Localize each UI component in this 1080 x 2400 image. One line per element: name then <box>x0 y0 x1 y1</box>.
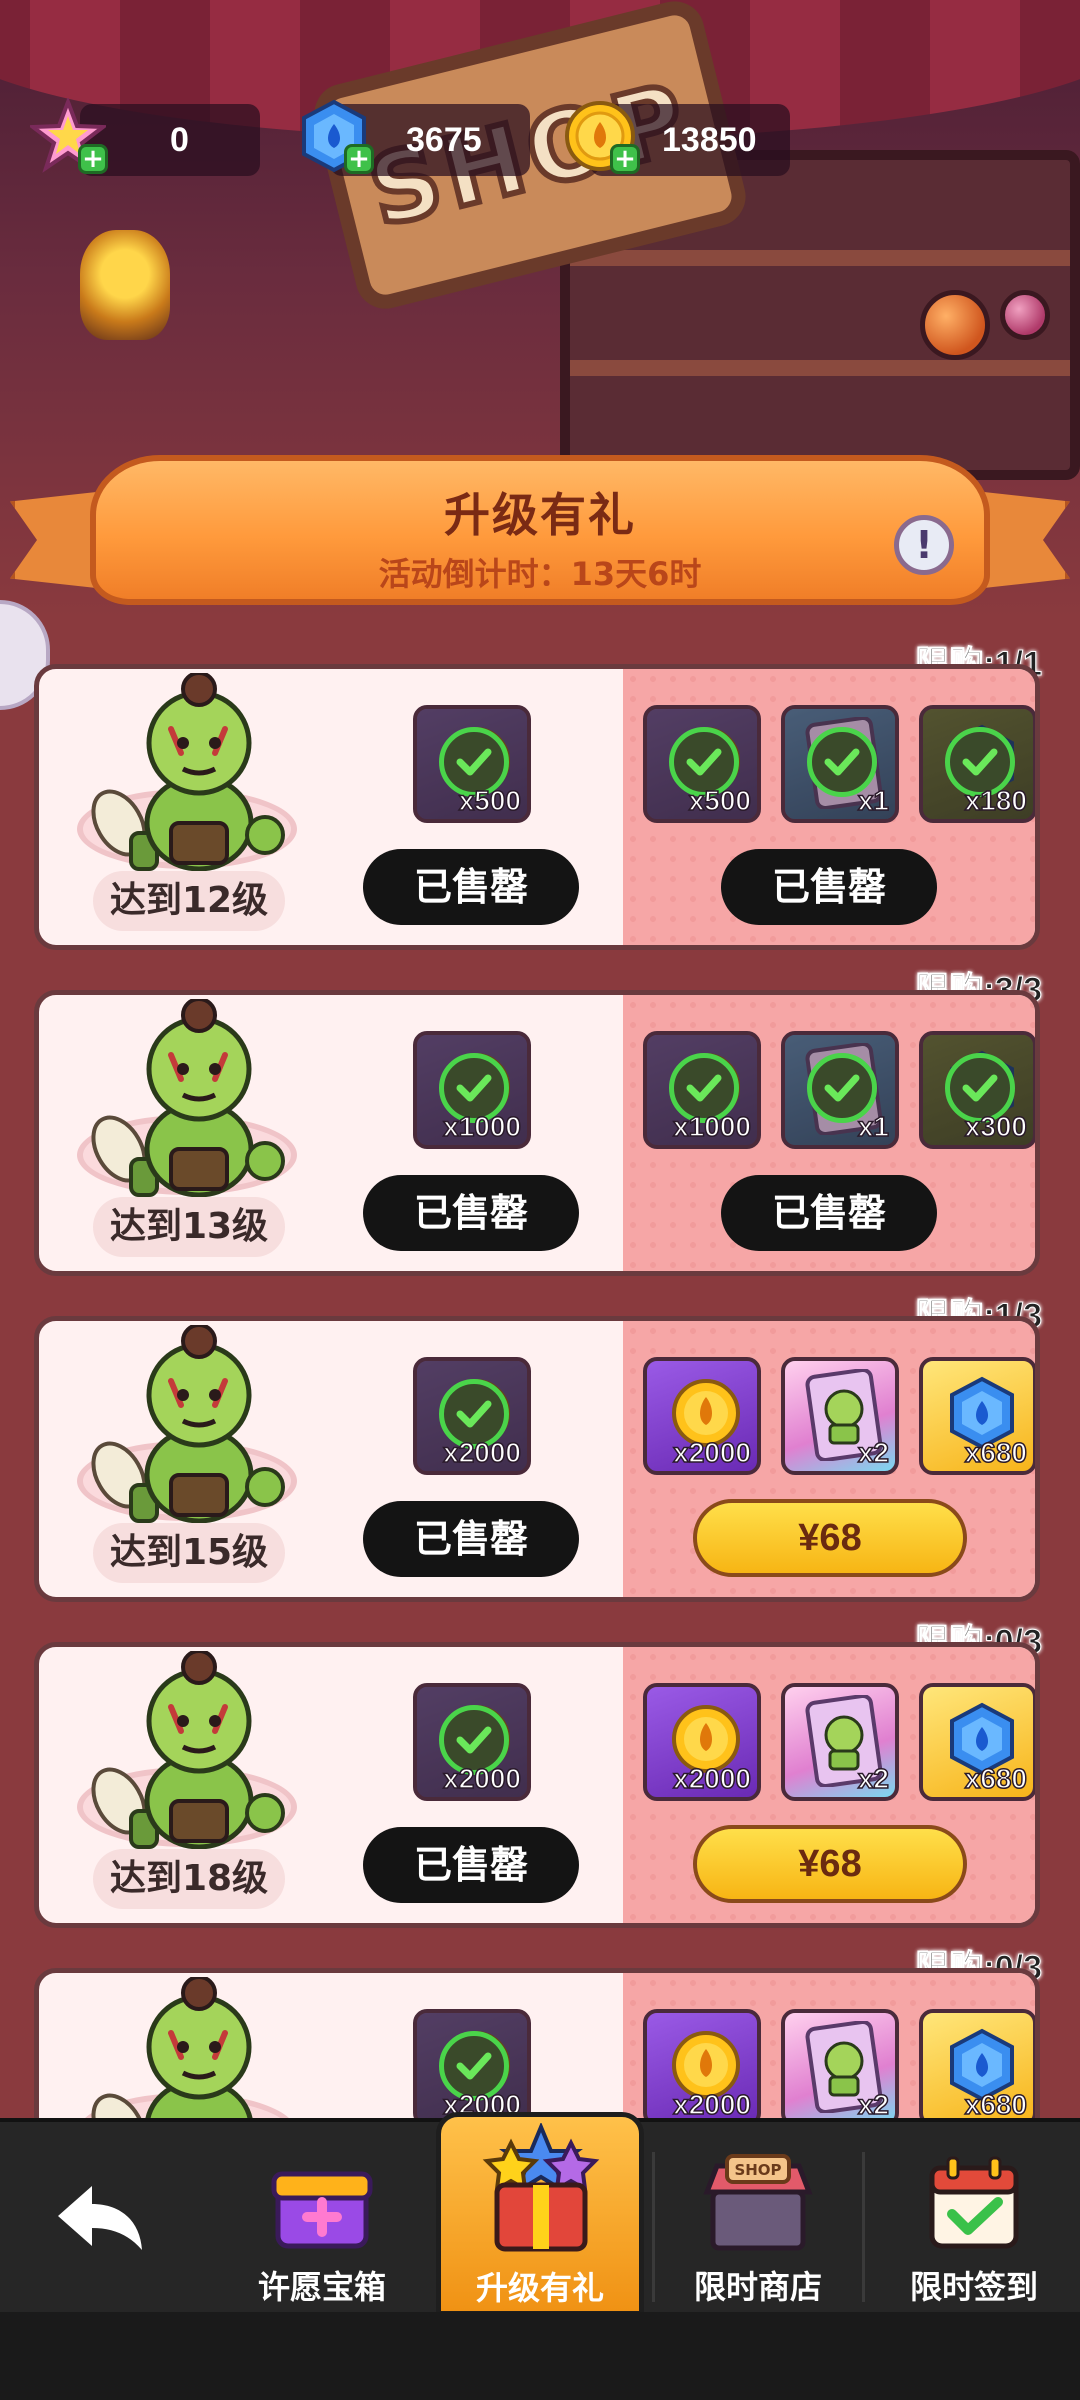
gem-count: 3675 <box>406 121 482 159</box>
reward-qty: x1000 <box>672 1110 751 1143</box>
nav-item-level-gift[interactable]: 升级有礼 <box>436 2112 644 2316</box>
event-banner: 升级有礼 活动倒计时：13天6时 ! <box>10 455 1070 625</box>
paid-reward-item[interactable]: x2 <box>781 1357 899 1475</box>
back-arrow-icon <box>58 2186 142 2250</box>
level-requirement: 达到18级 <box>93 1849 285 1909</box>
reward-qty: x1 <box>857 1110 890 1143</box>
reward-qty: x2000 <box>442 1436 521 1469</box>
paid-reward-item[interactable]: x1000 <box>643 1031 761 1149</box>
buy-price-button[interactable]: ¥68 <box>693 1825 967 1903</box>
level-requirement: 达到13级 <box>93 1197 285 1257</box>
nav-item-wish-chest[interactable]: 许愿宝箱 <box>244 2122 400 2316</box>
reward-qty: x1000 <box>442 1110 521 1143</box>
potion-flask-icon <box>1000 290 1050 340</box>
reward-qty: x2000 <box>672 1436 751 1469</box>
nav-label-wish-chest: 许愿宝箱 <box>257 2268 386 2306</box>
paid-sold-out-button[interactable]: 已售罄 <box>721 1175 937 1251</box>
paid-reward-item[interactable]: x680 <box>919 2009 1035 2127</box>
free-reward-item[interactable]: x2000 <box>413 1683 531 1801</box>
lantern-icon <box>80 230 170 340</box>
system-nav-area <box>0 2312 1080 2400</box>
reward-qty: x1 <box>857 784 890 817</box>
paid-reward-item[interactable]: x2000 <box>643 1683 761 1801</box>
free-reward-item[interactable]: x1000 <box>413 1031 531 1149</box>
reward-qty: x2 <box>857 1436 890 1469</box>
reward-qty: x680 <box>964 2088 1028 2121</box>
back-button[interactable] <box>0 2122 200 2316</box>
coin-icon[interactable]: + <box>562 98 640 174</box>
info-icon[interactable]: ! <box>894 515 954 575</box>
add-gem-icon[interactable]: + <box>344 144 374 174</box>
free-reward-item[interactable]: x2000 <box>413 2009 531 2127</box>
event-title: 升级有礼 <box>444 488 636 542</box>
free-sold-out-button[interactable]: 已售罄 <box>363 1827 579 1903</box>
add-star-icon[interactable]: + <box>78 144 108 174</box>
paid-reward-item[interactable]: x2 <box>781 2009 899 2127</box>
orc-hero-icon <box>79 997 319 1209</box>
free-reward-item[interactable]: x500 <box>413 705 531 823</box>
event-countdown: 活动倒计时：13天6时 <box>378 555 702 593</box>
reward-card: 达到12级 x500 已售罄 x500 x1 x180 已售罄 <box>34 664 1040 950</box>
paid-reward-item[interactable]: x500 <box>643 705 761 823</box>
reward-qty: x2 <box>857 2088 890 2121</box>
star-icon[interactable]: + <box>27 96 109 174</box>
free-sold-out-button[interactable]: 已售罄 <box>363 849 579 925</box>
paid-reward-item[interactable]: x680 <box>919 1357 1035 1475</box>
buy-price-button[interactable]: ¥68 <box>693 1499 967 1577</box>
free-sold-out-button[interactable]: 已售罄 <box>363 1175 579 1251</box>
reward-qty: x180 <box>964 784 1028 817</box>
star-count: 0 <box>170 121 189 159</box>
calendar-check-icon <box>929 2156 1019 2249</box>
gift-box-icon <box>482 2123 600 2252</box>
reward-qty: x2000 <box>442 1762 521 1795</box>
reward-card: 达到18级 x2000 已售罄 x2000 x2 x680 ¥68 <box>34 1642 1040 1928</box>
svg-text:SHOP: SHOP <box>734 2161 781 2179</box>
reward-card: 达到15级 x2000 已售罄 x2000 x2 x680 ¥68 <box>34 1316 1040 1602</box>
orc-hero-icon <box>79 1649 319 1861</box>
reward-qty: x2000 <box>672 1762 751 1795</box>
potion-flask-icon <box>920 290 990 360</box>
gem-icon[interactable]: + <box>296 98 374 174</box>
reward-qty: x500 <box>458 784 522 817</box>
paid-reward-item[interactable]: x180 <box>919 705 1035 823</box>
paid-reward-item[interactable]: x2 <box>781 1683 899 1801</box>
paid-sold-out-button[interactable]: 已售罄 <box>721 849 937 925</box>
paid-reward-item[interactable]: x1 <box>781 1031 899 1149</box>
nav-item-daily-checkin[interactable]: 限时签到 <box>884 2122 1064 2316</box>
nav-label-daily-checkin: 限时签到 <box>909 2268 1038 2306</box>
bottom-nav: 许愿宝箱 升级有礼 SHOP 限时商店 限时签到 <box>0 2112 1080 2316</box>
nav-item-limited-shop[interactable]: SHOP 限时商店 <box>676 2122 840 2316</box>
level-requirement: 达到15级 <box>93 1523 285 1583</box>
orc-hero-icon <box>79 1323 319 1535</box>
reward-qty: x300 <box>964 1110 1028 1143</box>
add-coin-icon[interactable]: + <box>610 144 640 174</box>
orc-hero-icon <box>79 671 319 883</box>
paid-reward-item[interactable]: x300 <box>919 1031 1035 1149</box>
paid-reward-item[interactable]: x2000 <box>643 2009 761 2127</box>
paid-reward-item[interactable]: x1 <box>781 705 899 823</box>
free-sold-out-button[interactable]: 已售罄 <box>363 1501 579 1577</box>
reward-qty: x2 <box>857 1762 890 1795</box>
reward-qty: x680 <box>964 1762 1028 1795</box>
paid-reward-item[interactable]: x2000 <box>643 1357 761 1475</box>
level-requirement: 达到12级 <box>93 871 285 931</box>
nav-label-limited-shop: 限时商店 <box>693 2268 822 2306</box>
coin-count: 13850 <box>662 121 757 159</box>
reward-qty: x680 <box>964 1436 1028 1469</box>
reward-qty: x2000 <box>672 2088 751 2121</box>
paid-reward-item[interactable]: x680 <box>919 1683 1035 1801</box>
nav-label-level-gift: 升级有礼 <box>475 2269 604 2307</box>
wish-chest-icon <box>271 2171 373 2249</box>
free-reward-item[interactable]: x2000 <box>413 1357 531 1475</box>
reward-card: 达到13级 x1000 已售罄 x1000 x1 x300 已售罄 <box>34 990 1040 1276</box>
shop-stall-icon: SHOP <box>703 2154 813 2251</box>
reward-qty: x500 <box>688 784 752 817</box>
